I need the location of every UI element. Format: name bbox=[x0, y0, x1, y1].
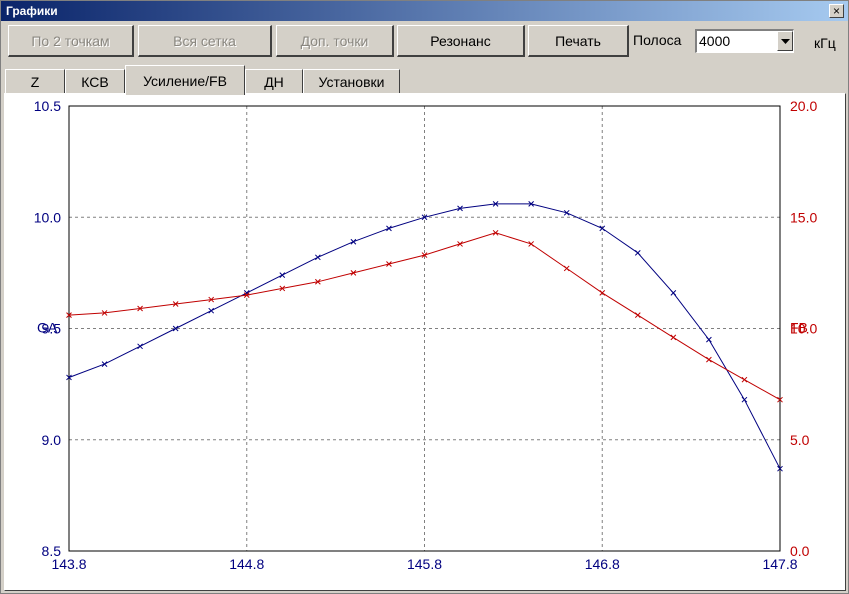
band-value: 4000 bbox=[699, 33, 731, 49]
whole-grid-button[interactable]: Вся сетка bbox=[138, 25, 272, 57]
data-point-ga bbox=[314, 254, 321, 261]
tab-settings[interactable]: Установки bbox=[303, 69, 400, 93]
data-point-ga bbox=[634, 249, 641, 256]
data-point-fb bbox=[563, 265, 570, 272]
y-right-tick-label: 0.0 bbox=[790, 543, 810, 559]
graphs-window: Графики × По 2 точкам Вся сетка Доп. точ… bbox=[0, 0, 849, 594]
data-point-ga bbox=[101, 361, 108, 367]
data-point-ga bbox=[208, 307, 215, 314]
y-left-tick-label: 10.5 bbox=[34, 98, 61, 114]
data-point-ga bbox=[386, 225, 392, 232]
tab-pattern[interactable]: ДН bbox=[245, 69, 303, 93]
extra-points-button[interactable]: Доп. точки bbox=[276, 25, 394, 57]
data-point-fb bbox=[706, 356, 712, 363]
chart-panel: 143.8 144.8 145.8 146.8 147.8 8.5 9.0 9.5 10.0 10… bbox=[4, 93, 846, 591]
band-unit: кГц bbox=[814, 35, 836, 51]
chevron-down-icon bbox=[781, 39, 790, 44]
title-bar[interactable]: Графики × bbox=[1, 1, 848, 21]
x-tick-label: 144.8 bbox=[229, 556, 264, 572]
resonance-button[interactable]: Резонанс bbox=[397, 25, 525, 57]
y-right-tick-label: 15.0 bbox=[790, 209, 817, 225]
band-select[interactable]: 4000 bbox=[695, 29, 794, 53]
data-point-fb bbox=[634, 312, 641, 319]
close-button[interactable]: × bbox=[829, 4, 844, 18]
tab-z[interactable]: Z bbox=[5, 69, 65, 93]
y-left-tick-label: 9.0 bbox=[42, 432, 62, 448]
y-left-tick-label: 10.0 bbox=[34, 209, 61, 225]
data-point-ga bbox=[706, 336, 712, 343]
x-tick-label: 145.8 bbox=[407, 556, 442, 572]
y-left-tick-label: 8.5 bbox=[42, 543, 62, 559]
data-point-ga bbox=[350, 238, 357, 245]
print-button[interactable]: Печать bbox=[528, 25, 629, 57]
gain-fb-chart: 143.8 144.8 145.8 146.8 147.88.59.09.510.010… bbox=[34, 98, 818, 572]
band-dropdown-button[interactable] bbox=[777, 31, 793, 51]
data-point-ga bbox=[670, 290, 677, 296]
data-point-ga bbox=[279, 272, 286, 278]
y-right-axis-label: FB bbox=[790, 320, 808, 336]
data-point-ga bbox=[741, 396, 748, 403]
y-right-tick-label: 20.0 bbox=[790, 98, 817, 114]
data-point-fb bbox=[670, 334, 677, 341]
data-point-fb bbox=[528, 241, 535, 247]
y-left-axis-label: GA bbox=[37, 320, 58, 336]
data-point-ga bbox=[137, 343, 143, 350]
tab-gain-fb[interactable]: Усиление/FB bbox=[125, 65, 245, 95]
y-right-tick-label: 5.0 bbox=[790, 432, 810, 448]
window-title: Графики bbox=[6, 4, 58, 18]
tab-swr[interactable]: КСВ bbox=[65, 69, 125, 93]
data-point-fb bbox=[741, 376, 748, 383]
band-label: Полоса bbox=[633, 32, 682, 48]
two-points-button[interactable]: По 2 точкам bbox=[8, 25, 134, 57]
x-tick-label: 146.8 bbox=[585, 556, 620, 572]
